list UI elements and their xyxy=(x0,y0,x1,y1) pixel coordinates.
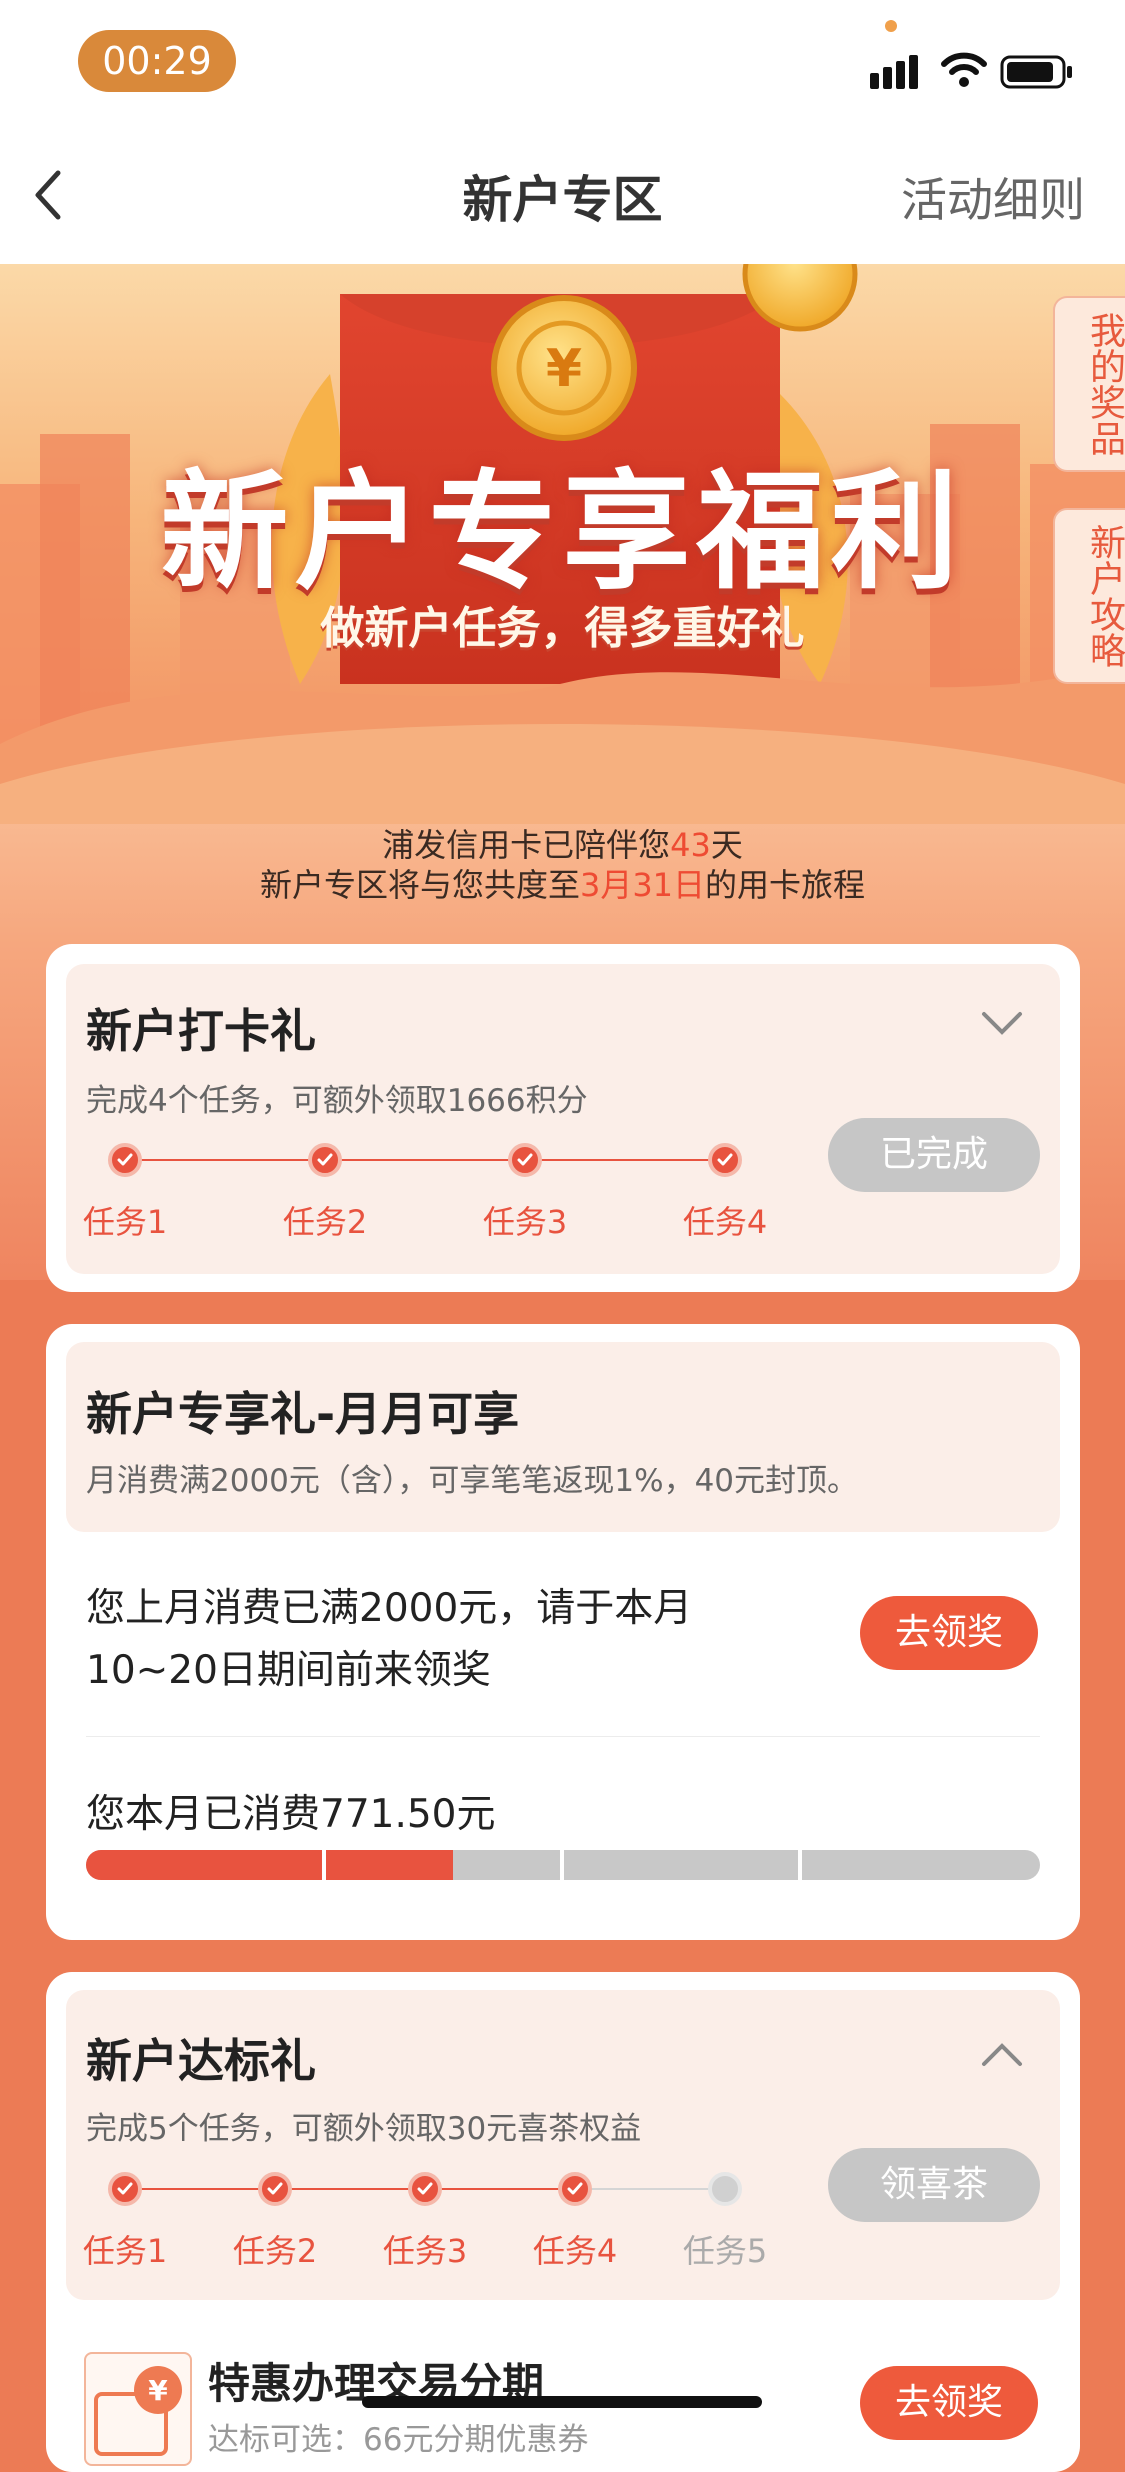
end-date: 3月31日 xyxy=(579,866,706,904)
my-prizes-tab[interactable]: 我的奖品 xyxy=(1053,296,1125,472)
task-label: 任务1 xyxy=(82,2232,168,2270)
task-label: 任务3 xyxy=(382,2232,468,2270)
monthly-desc: 月消费满2000元（含），可享笔笔返现1%，40元封顶。 xyxy=(86,1463,859,1499)
task-done-check-icon xyxy=(708,1143,742,1177)
new-user-guide-tab[interactable]: 新户攻略 xyxy=(1053,508,1125,684)
task-connector xyxy=(525,1159,725,1161)
wifi-icon xyxy=(941,52,987,87)
task-label: 任务1 xyxy=(82,1203,168,1241)
intro-text: 的用卡旅程 xyxy=(705,866,866,904)
task-connector xyxy=(125,1159,325,1161)
task-label: 任务2 xyxy=(232,2232,318,2270)
battery-icon xyxy=(1000,55,1072,89)
monthly-message: 您上月消费已满2000元，请于本月10~20日期间前来领奖 xyxy=(86,1586,693,1693)
monthly-spent-text: 您本月已消费771.50元 xyxy=(86,1792,496,1837)
progress-tick xyxy=(560,1850,564,1880)
task-connector xyxy=(275,2188,425,2190)
checkin-completed-button[interactable]: 已完成 xyxy=(828,1118,1040,1192)
progress-tick xyxy=(798,1850,802,1880)
task-connector xyxy=(125,2188,275,2190)
spending-progress-fill xyxy=(86,1850,453,1880)
monthly-claim-button[interactable]: 去领奖 xyxy=(860,1596,1038,1670)
task-label: 任务4 xyxy=(532,2232,618,2270)
rules-link[interactable]: 活动细则 xyxy=(901,164,1085,230)
banner-title: 新户专享福利 xyxy=(160,458,965,607)
chevron-up-icon[interactable] xyxy=(980,2040,1024,2070)
intro-text: 浦发信用卡已陪伴您 xyxy=(382,826,671,864)
progress-tick xyxy=(322,1850,326,1880)
task-label: 任务4 xyxy=(682,1203,768,1241)
home-indicator xyxy=(362,2396,762,2408)
svg-text:¥: ¥ xyxy=(148,2374,168,2407)
spending-progress-bar xyxy=(86,1850,1040,1880)
task-connector xyxy=(325,1159,525,1161)
task-connector xyxy=(425,2188,575,2190)
task-label: 任务3 xyxy=(482,1203,568,1241)
divider xyxy=(86,1736,1040,1737)
banner-subtitle: 做新户任务，得多重好礼 xyxy=(320,603,805,654)
task-done-check-icon xyxy=(508,1143,542,1177)
status-time: 00:29 xyxy=(78,30,236,92)
offer-desc: 达标可选：66元分期优惠券 xyxy=(208,2422,589,2458)
days-count: 43 xyxy=(670,826,711,864)
intro-line-2: 新户专区将与您共度至3月31日的用卡旅程 xyxy=(0,860,1125,906)
checkin-desc: 完成4个任务，可额外领取1666积分 xyxy=(86,1083,588,1119)
signal-icon xyxy=(870,55,918,89)
task-done-check-icon xyxy=(558,2172,592,2206)
chevron-down-icon[interactable] xyxy=(980,1008,1024,1038)
monthly-title: 新户专享礼-月月可享 xyxy=(86,1387,520,1441)
offer-claim-button[interactable]: 去领奖 xyxy=(860,2366,1038,2440)
task-connector xyxy=(575,2188,725,2190)
task-done-check-icon xyxy=(308,1143,342,1177)
installment-icon: ¥ xyxy=(84,2352,192,2466)
intro-text: 新户专区将与您共度至 xyxy=(259,866,580,904)
target-title: 新户达标礼 xyxy=(86,2034,316,2088)
svg-text:¥: ¥ xyxy=(546,339,582,399)
task-label: 任务5 xyxy=(682,2232,768,2270)
recording-dot-icon xyxy=(885,20,897,32)
target-desc: 完成5个任务，可额外领取30元喜茶权益 xyxy=(86,2111,642,2147)
task-done-check-icon xyxy=(258,2172,292,2206)
claim-heytea-button[interactable]: 领喜茶 xyxy=(828,2148,1040,2222)
task-done-check-icon xyxy=(108,1143,142,1177)
intro-text: 天 xyxy=(710,826,743,864)
task-pending-dot-icon xyxy=(708,2172,742,2206)
task-label: 任务2 xyxy=(282,1203,368,1241)
checkin-title: 新户打卡礼 xyxy=(86,1004,316,1058)
task-done-check-icon xyxy=(108,2172,142,2206)
task-done-check-icon xyxy=(408,2172,442,2206)
